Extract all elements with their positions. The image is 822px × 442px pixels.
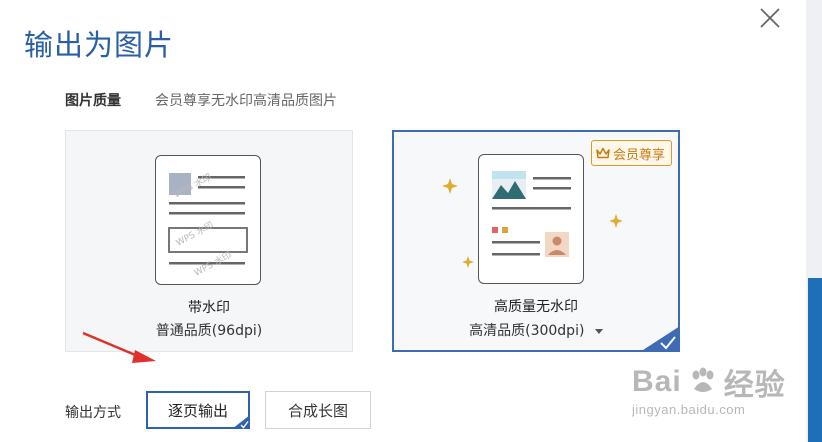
crown-icon xyxy=(596,147,610,159)
quality-label: 图片质量 xyxy=(65,93,121,109)
watermark-brand-tail: 经验 xyxy=(723,369,786,402)
vip-badge: 会员尊享 xyxy=(590,140,672,166)
page-by-page-label: 逐页输出 xyxy=(167,401,228,420)
close-button[interactable] xyxy=(758,6,782,30)
caret-down-icon xyxy=(594,323,603,339)
dpi-select[interactable]: 高清品质(300dpi) xyxy=(394,320,678,340)
scrollbar-thumb[interactable] xyxy=(808,278,822,442)
dialog-title: 输出为图片 xyxy=(24,28,175,62)
baidu-jingyan-watermark: Bai 经验 jingyan.baidu.com xyxy=(632,360,786,417)
long-image-label: 合成长图 xyxy=(287,401,348,420)
option-title: 高质量无水印 xyxy=(494,299,578,315)
sparkle-icon xyxy=(442,178,458,194)
vip-badge-label: 会员尊享 xyxy=(612,147,665,163)
quality-option-watermark[interactable]: WPS 水印 WPS 水印 WPS 水印 带水印 普通品质(96dpi) xyxy=(65,130,353,352)
watermark-url: jingyan.baidu.com xyxy=(632,402,746,417)
option-title: 带水印 xyxy=(188,300,230,316)
quality-option-high-quality[interactable]: 会员尊享 高质量无水印 高清品质(300dpi) xyxy=(392,130,680,352)
sparkle-icon xyxy=(609,214,623,228)
quality-description: 会员尊享无水印高清品质图片 xyxy=(155,93,337,109)
selected-check-icon xyxy=(640,326,680,352)
close-icon xyxy=(760,8,780,28)
hq-document-icon xyxy=(478,154,584,284)
selected-check-icon xyxy=(232,415,250,429)
watermarked-document-icon: WPS 水印 WPS 水印 WPS 水印 xyxy=(155,155,261,285)
watermark-brand: Bai xyxy=(632,365,682,398)
page-by-page-button[interactable]: 逐页输出 xyxy=(146,391,250,429)
paw-icon xyxy=(692,367,714,392)
sparkle-icon xyxy=(462,256,474,268)
output-mode-label: 输出方式 xyxy=(65,405,121,421)
annotation-arrow-icon xyxy=(82,331,156,363)
export-image-dialog: 输出为图片 图片质量 会员尊享无水印高清品质图片 WPS 水印 WPS 水印 W… xyxy=(0,0,806,442)
long-image-button[interactable]: 合成长图 xyxy=(265,391,371,429)
svg-text:WPS 水印: WPS 水印 xyxy=(174,219,216,249)
dpi-select-value: 高清品质(300dpi) xyxy=(469,323,585,339)
